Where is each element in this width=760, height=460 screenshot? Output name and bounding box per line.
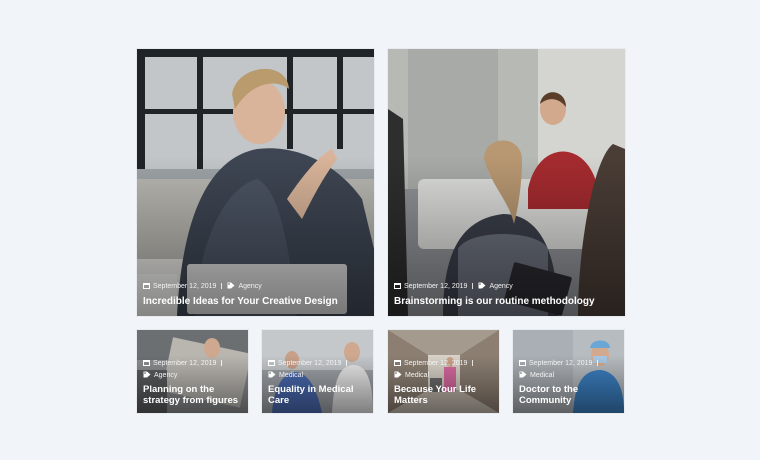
meta-divider bbox=[472, 360, 474, 366]
post-category[interactable]: Agency bbox=[238, 283, 261, 290]
post-category[interactable]: Medical bbox=[530, 372, 554, 379]
post-meta: September 12, 2019 Agency Incredible Idea… bbox=[143, 282, 368, 308]
post-category[interactable]: Medical bbox=[405, 372, 429, 379]
tag-icon bbox=[143, 371, 151, 382]
tag-icon bbox=[227, 282, 235, 293]
calendar-icon bbox=[394, 282, 401, 293]
meta-divider bbox=[221, 283, 223, 289]
post-title[interactable]: Because Your Life Matters bbox=[394, 384, 493, 406]
post-card[interactable]: September 12, 2019 Agency Incredible Idea… bbox=[137, 49, 374, 316]
post-date: September 12, 2019 bbox=[529, 360, 593, 367]
tag-icon bbox=[519, 371, 527, 382]
post-meta: September 12, 2019 Agency Planning on th… bbox=[143, 359, 242, 406]
calendar-icon bbox=[394, 359, 401, 370]
post-card[interactable]: September 12, 2019 Agency Planning on th… bbox=[137, 330, 248, 413]
calendar-icon bbox=[519, 359, 526, 370]
post-category[interactable]: Medical bbox=[279, 372, 303, 379]
tag-icon bbox=[478, 282, 486, 293]
meta-divider bbox=[472, 283, 474, 289]
post-title[interactable]: Incredible Ideas for Your Creative Desig… bbox=[143, 296, 368, 308]
post-category[interactable]: Agency bbox=[489, 283, 512, 290]
post-meta: September 12, 2019 Medical Because Your … bbox=[394, 359, 493, 406]
post-card[interactable]: September 12, 2019 Medical Because Your … bbox=[388, 330, 499, 413]
post-date: September 12, 2019 bbox=[153, 360, 217, 367]
calendar-icon bbox=[268, 359, 275, 370]
tag-icon bbox=[394, 371, 402, 382]
calendar-icon bbox=[143, 359, 150, 370]
post-title[interactable]: Planning on the strategy from figures bbox=[143, 384, 242, 406]
post-card[interactable]: September 12, 2019 Medical Doctor to the… bbox=[513, 330, 624, 413]
meta-divider bbox=[346, 360, 348, 366]
post-card[interactable]: September 12, 2019 Medical Equality in M… bbox=[262, 330, 373, 413]
post-meta: September 12, 2019 Agency Brainstorming i… bbox=[394, 282, 619, 308]
post-meta: September 12, 2019 Medical Equality in M… bbox=[268, 359, 367, 406]
meta-divider bbox=[597, 360, 599, 366]
post-title[interactable]: Doctor to the Community bbox=[519, 384, 618, 406]
post-date: September 12, 2019 bbox=[153, 283, 217, 290]
post-date: September 12, 2019 bbox=[278, 360, 342, 367]
post-title[interactable]: Equality in Medical Care bbox=[268, 384, 367, 406]
post-date: September 12, 2019 bbox=[404, 283, 468, 290]
post-date: September 12, 2019 bbox=[404, 360, 468, 367]
tag-icon bbox=[268, 371, 276, 382]
meta-divider bbox=[221, 360, 223, 366]
post-card[interactable]: September 12, 2019 Agency Brainstorming i… bbox=[388, 49, 625, 316]
post-meta: September 12, 2019 Medical Doctor to the… bbox=[519, 359, 618, 406]
post-title[interactable]: Brainstorming is our routine methodology bbox=[394, 296, 619, 308]
post-category[interactable]: Agency bbox=[154, 372, 177, 379]
calendar-icon bbox=[143, 282, 150, 293]
